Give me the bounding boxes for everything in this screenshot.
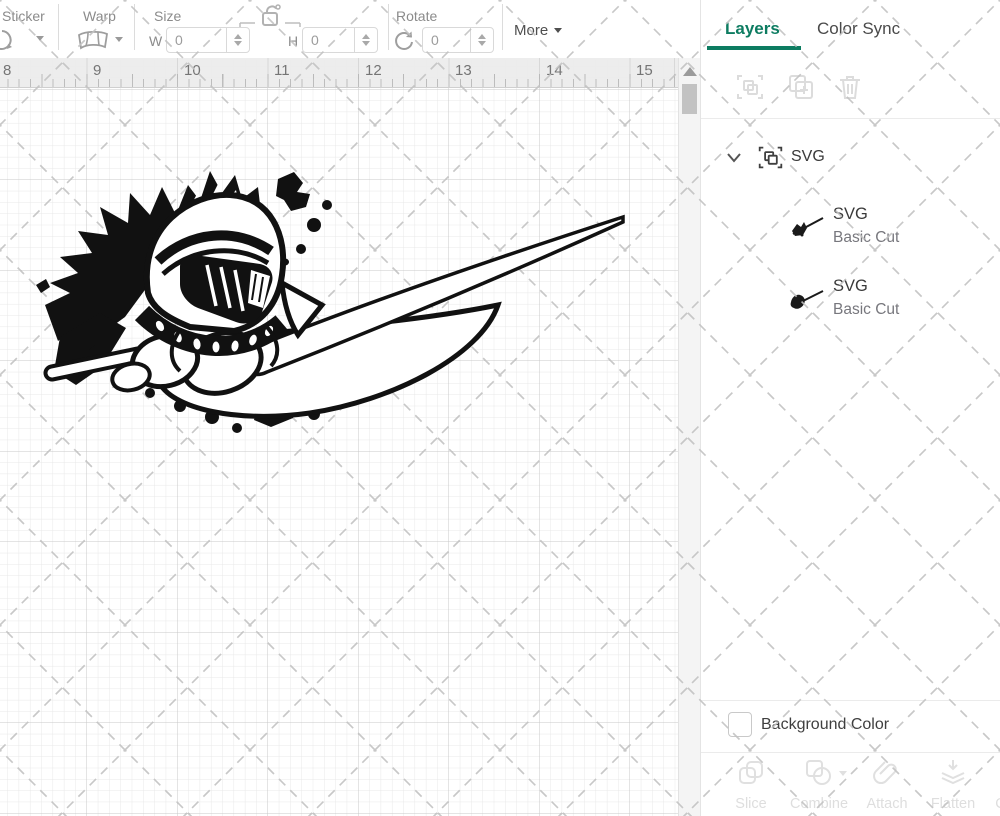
warp-label: Warp	[83, 8, 116, 24]
width-value: 0	[167, 28, 226, 52]
layer-group-row[interactable]: SVG	[701, 142, 1000, 176]
rotate-label: Rotate	[396, 8, 437, 24]
sticker-dropdown-caret[interactable]	[36, 36, 44, 41]
toolbar-divider	[502, 4, 503, 50]
slice-button[interactable]: Slice	[719, 758, 783, 812]
width-input[interactable]: 0	[166, 27, 250, 53]
size-label: Size	[154, 8, 181, 24]
sticker-label: Sticker	[2, 8, 45, 24]
height-value: 0	[303, 28, 354, 52]
toolbar-divider	[134, 4, 135, 50]
width-stepper[interactable]	[226, 28, 249, 52]
combine-label: Combine	[787, 796, 851, 812]
width-field-label: W	[149, 33, 162, 49]
ruler-number: 10	[184, 62, 201, 79]
chevron-down-icon[interactable]	[725, 148, 743, 166]
attach-icon	[872, 758, 902, 788]
ruler-minor-ticks	[0, 79, 678, 87]
layer-operation: Basic Cut	[833, 301, 899, 319]
ruler-number: 12	[365, 62, 382, 79]
aspect-lock-icon[interactable]	[238, 2, 302, 30]
height-field-label: H	[288, 33, 298, 49]
panel-divider	[701, 118, 1000, 119]
background-color-label: Background Color	[761, 716, 889, 734]
ruler-number: 8	[3, 62, 11, 79]
slice-label: Slice	[719, 796, 783, 812]
layer-actions-bar: Slice Combine Attach Flatten	[701, 752, 1000, 816]
layer-thumbnail-knight-outline	[789, 211, 827, 241]
attach-button[interactable]: Attach	[855, 758, 919, 812]
delete-button[interactable]	[835, 72, 865, 102]
scroll-up-arrow-icon[interactable]	[683, 67, 697, 76]
tab-layers[interactable]: Layers	[725, 19, 780, 39]
tab-color-sync[interactable]: Color Sync	[817, 19, 900, 39]
layer-operation: Basic Cut	[833, 229, 899, 247]
group-label: SVG	[791, 148, 825, 166]
rotate-icon[interactable]	[392, 29, 416, 53]
flatten-icon	[938, 758, 968, 788]
background-color-row[interactable]: Background Color	[701, 700, 1000, 752]
more-button[interactable]: More	[514, 22, 556, 39]
contour-label: Contour	[989, 796, 1000, 812]
rotate-stepper[interactable]	[470, 28, 493, 52]
active-tab-underline	[707, 46, 801, 50]
background-color-swatch[interactable]	[728, 712, 752, 737]
height-stepper[interactable]	[354, 28, 377, 52]
horizontal-ruler: 8 9 10 11 12 13 14 15	[0, 58, 678, 88]
toolbar-divider	[388, 4, 389, 50]
more-label: More	[514, 22, 548, 39]
rotate-value: 0	[423, 28, 470, 52]
flatten-button[interactable]: Flatten	[921, 758, 985, 812]
layer-row[interactable]: SVG Basic Cut	[701, 275, 1000, 337]
rotate-input[interactable]: 0	[422, 27, 494, 53]
ruler-number: 15	[636, 62, 653, 79]
ruler-number: 13	[455, 62, 472, 79]
scrollbar-thumb[interactable]	[682, 84, 697, 114]
combine-button[interactable]: Combine	[787, 758, 851, 812]
height-input[interactable]: 0	[302, 27, 378, 53]
layer-row[interactable]: SVG Basic Cut	[701, 203, 1000, 265]
canvas-vertical-scrollbar[interactable]	[678, 58, 700, 816]
group-button[interactable]	[735, 72, 765, 102]
more-caret-icon	[554, 28, 562, 33]
combine-icon	[804, 758, 834, 788]
layers-panel: Layers Color Sync SVG	[700, 0, 1000, 816]
layer-title: SVG	[833, 205, 868, 224]
ruler-number: 9	[93, 62, 101, 79]
group-icon	[757, 144, 784, 171]
attach-label: Attach	[855, 796, 919, 812]
ruler-number: 14	[546, 62, 563, 79]
jousting-knight-artwork[interactable]	[30, 165, 640, 445]
slice-icon	[736, 758, 766, 788]
warp-dropdown-caret[interactable]	[115, 37, 123, 42]
duplicate-button[interactable]	[785, 72, 815, 102]
contour-button[interactable]: Contour	[989, 758, 1000, 812]
layer-title: SVG	[833, 277, 868, 296]
sticker-offset-icon[interactable]	[0, 28, 14, 52]
ruler-number: 11	[274, 62, 290, 79]
edit-toolbar: Sticker Warp Size W 0 H 0 Rotate 0	[0, 0, 700, 58]
toolbar-divider	[58, 4, 59, 50]
layer-thumbnail-knight-solid	[789, 283, 827, 313]
warp-icon[interactable]	[76, 30, 110, 52]
flatten-label: Flatten	[921, 796, 985, 812]
combine-caret-icon[interactable]	[839, 771, 847, 776]
